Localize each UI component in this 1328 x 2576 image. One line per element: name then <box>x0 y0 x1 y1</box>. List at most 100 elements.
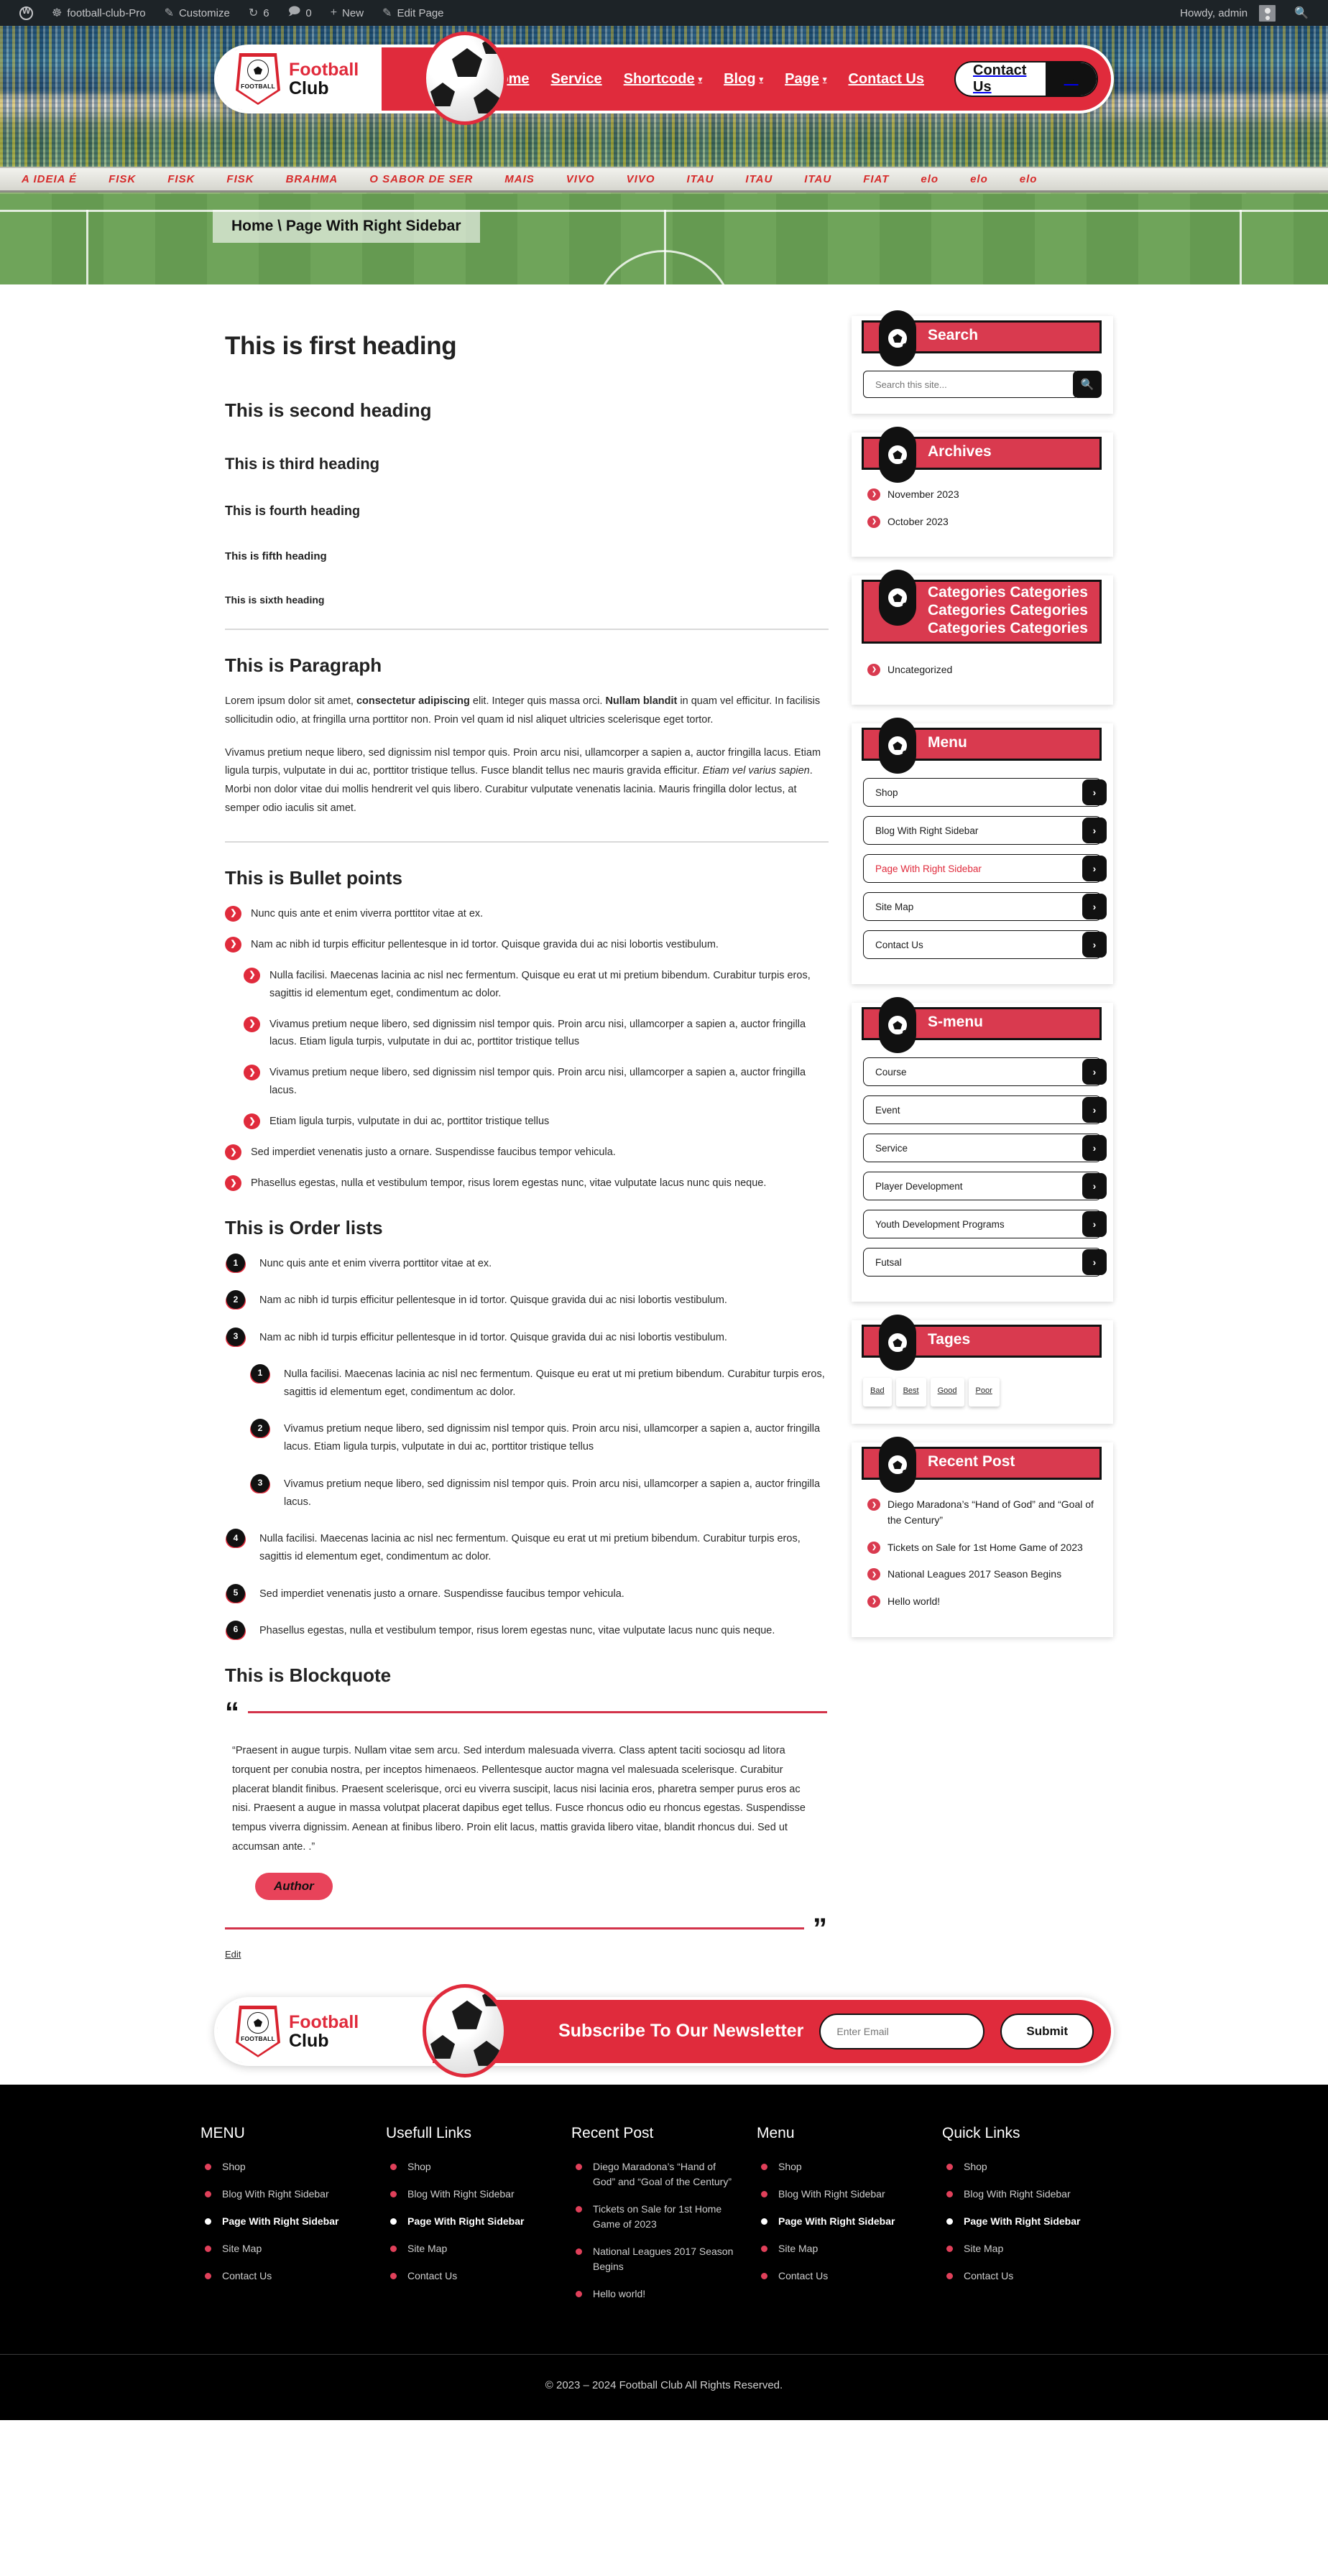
site-logo[interactable]: FOOTBALL Football Club <box>217 47 382 111</box>
footer-link[interactable]: Contact Us <box>757 2269 923 2284</box>
newsletter-title: Subscribe To Our Newsletter <box>558 2021 804 2042</box>
wp-logo-menu[interactable] <box>10 0 42 26</box>
footer-link[interactable]: Site Map <box>757 2241 923 2256</box>
blockquote-section-title: This is Blockquote <box>225 1664 392 1686</box>
footer-link[interactable]: Contact Us <box>942 2269 1109 2284</box>
footer-link[interactable]: Page With Right Sidebar <box>942 2214 1109 2229</box>
nav-item-service[interactable]: Service <box>551 71 602 88</box>
search-submit-button[interactable]: 🔍 <box>1073 371 1102 398</box>
heading-4: This is fourth heading <box>225 504 360 518</box>
chevron-right-icon: › <box>1082 779 1107 806</box>
footer-link[interactable]: Shop <box>757 2159 923 2174</box>
contact-us-cta-button[interactable]: Contact Us → <box>954 61 1098 97</box>
footer-link[interactable]: Page With Right Sidebar <box>386 2214 553 2229</box>
logo-top-word: Football <box>289 2011 359 2032</box>
newsletter-submit-button[interactable]: Submit <box>1000 2013 1094 2049</box>
widget-recent-post: Recent Post Diego Maradona’s “Hand of Go… <box>852 1437 1113 1637</box>
order-sublist: Nulla facilisi. Maecenas lacinia ac nisl… <box>225 1363 827 1511</box>
bullet-section-title: This is Bullet points <box>225 866 403 889</box>
footer-link[interactable]: Shop <box>942 2159 1109 2174</box>
newsletter-logo[interactable]: FOOTBALL Football Club <box>217 1999 433 2063</box>
smenu-item-youth-development-programs[interactable]: Youth Development Programs › <box>863 1210 1107 1239</box>
logo-top-word: Football <box>289 59 359 80</box>
recent-post-link[interactable]: Hello world! <box>863 1594 1102 1610</box>
recent-post-link[interactable]: Tickets on Sale for 1st Home Game of 202… <box>863 1540 1102 1556</box>
howdy-menu[interactable]: Howdy, admin <box>1171 0 1285 26</box>
footer-link[interactable]: Page With Right Sidebar <box>757 2214 923 2229</box>
footer-link-list: Diego Maradona’s “Hand of God” and “Goal… <box>571 2159 738 2302</box>
soccer-ball-icon <box>879 570 916 626</box>
footer-column-heading: MENU <box>200 2124 245 2141</box>
smenu-item-course[interactable]: Course › <box>863 1057 1107 1087</box>
footer-link[interactable]: Shop <box>386 2159 553 2174</box>
site-name-menu[interactable]: ☸ football-club-Pro <box>42 0 155 26</box>
archive-link[interactable]: November 2023 <box>863 487 1102 503</box>
nav-item-shortcode[interactable]: Shortcode ▾ <box>624 71 702 88</box>
footer-link[interactable]: Blog With Right Sidebar <box>386 2187 553 2202</box>
heading-2: This is second heading <box>225 399 432 421</box>
ad-board-text: ITAU <box>686 173 714 185</box>
footer-link[interactable]: Site Map <box>386 2241 553 2256</box>
newsletter-email-input[interactable] <box>819 2013 985 2049</box>
order-subitem: Vivamus pretium neque libero, sed dignis… <box>249 1419 827 1456</box>
chevron-down-icon: ▾ <box>698 75 703 84</box>
menu-item-contact-us[interactable]: Contact Us › <box>863 930 1107 960</box>
recent-post-link[interactable]: Diego Maradona’s “Hand of God” and “Goal… <box>863 1497 1102 1528</box>
nav-item-page[interactable]: Page ▾ <box>785 71 826 88</box>
tag-bad[interactable]: Bad <box>863 1378 892 1407</box>
nav-item-contact-us[interactable]: Contact Us <box>848 71 924 88</box>
footer-column-heading: Quick Links <box>942 2124 1020 2141</box>
smenu-item-event[interactable]: Event › <box>863 1095 1107 1125</box>
category-link[interactable]: Uncategorized <box>863 662 1102 678</box>
footer-link[interactable]: Shop <box>200 2159 367 2174</box>
tag-poor[interactable]: Poor <box>968 1378 1000 1407</box>
ad-board-text: FISK <box>109 173 137 185</box>
club-crest-icon: FOOTBALL <box>236 53 280 105</box>
smenu-item-service[interactable]: Service › <box>863 1134 1107 1163</box>
updates-link[interactable]: ↻ 6 <box>239 0 279 26</box>
footer-link[interactable]: Site Map <box>942 2241 1109 2256</box>
smenu-item-futsal[interactable]: Futsal › <box>863 1248 1107 1277</box>
new-content-menu[interactable]: + New <box>321 0 373 26</box>
footer-link[interactable]: Contact Us <box>386 2269 553 2284</box>
comments-link[interactable]: 🗩 0 <box>279 0 321 26</box>
menu-item-label: Contact Us <box>875 939 923 950</box>
footer-link[interactable]: Blog With Right Sidebar <box>942 2187 1109 2202</box>
wp-admin-bar: ☸ football-club-Pro ✎ Customize ↻ 6 🗩 0 … <box>0 0 1328 26</box>
smenu-item-player-development[interactable]: Player Development › <box>863 1172 1107 1201</box>
menu-item-label: Site Map <box>875 901 914 912</box>
blockquote: “ “Praesent in augue turpis. Nullam vita… <box>225 1698 827 1961</box>
footer-link[interactable]: Contact Us <box>200 2269 367 2284</box>
widget-archives-header: Archives <box>862 427 1103 483</box>
footer-link[interactable]: Site Map <box>200 2241 367 2256</box>
tag-best[interactable]: Best <box>895 1378 926 1407</box>
menu-item-label: Futsal <box>875 1256 902 1268</box>
widget-smenu: S-menu Course › Event › Service › Player Devel… <box>852 997 1113 1302</box>
quote-close-icon: ” <box>813 1912 827 1945</box>
footer-link[interactable]: Hello world! <box>571 2287 738 2302</box>
bullet-sublist: Nulla facilisi. Maecenas lacinia ac nisl… <box>225 967 827 1131</box>
recent-post-link[interactable]: National Leagues 2017 Season Begins <box>863 1567 1102 1583</box>
menu-item-shop[interactable]: Shop › <box>863 778 1107 807</box>
customize-link[interactable]: ✎ Customize <box>155 0 239 26</box>
admin-search-button[interactable]: 🔍 <box>1285 0 1318 26</box>
edit-page-link[interactable]: ✎ Edit Page <box>373 0 453 26</box>
footer-link[interactable]: National Leagues 2017 Season Begins <box>571 2244 738 2274</box>
archive-link[interactable]: October 2023 <box>863 514 1102 530</box>
widget-menu-title: Menu <box>928 733 967 751</box>
menu-item-page-with-right-sidebar[interactable]: Page With Right Sidebar › <box>863 854 1107 884</box>
menu-item-blog-with-right-sidebar[interactable]: Blog With Right Sidebar › <box>863 816 1107 845</box>
nav-item-blog[interactable]: Blog ▾ <box>724 71 763 88</box>
edit-link[interactable]: Edit <box>225 1949 241 1960</box>
footer-link[interactable]: Diego Maradona’s “Hand of God” and “Goal… <box>571 2159 738 2190</box>
menu-item-site-map[interactable]: Site Map › <box>863 892 1107 922</box>
footer-link[interactable]: Blog With Right Sidebar <box>757 2187 923 2202</box>
main-content: This is first heading This is second hea… <box>215 316 829 1961</box>
search-input[interactable] <box>863 371 1079 398</box>
ad-board-text: BRAHMA <box>285 173 338 185</box>
nav-item-label: Blog <box>724 70 756 87</box>
footer-link[interactable]: Tickets on Sale for 1st Home Game of 202… <box>571 2202 738 2232</box>
footer-link[interactable]: Page With Right Sidebar <box>200 2214 367 2229</box>
tag-good[interactable]: Good <box>930 1378 964 1407</box>
footer-link[interactable]: Blog With Right Sidebar <box>200 2187 367 2202</box>
